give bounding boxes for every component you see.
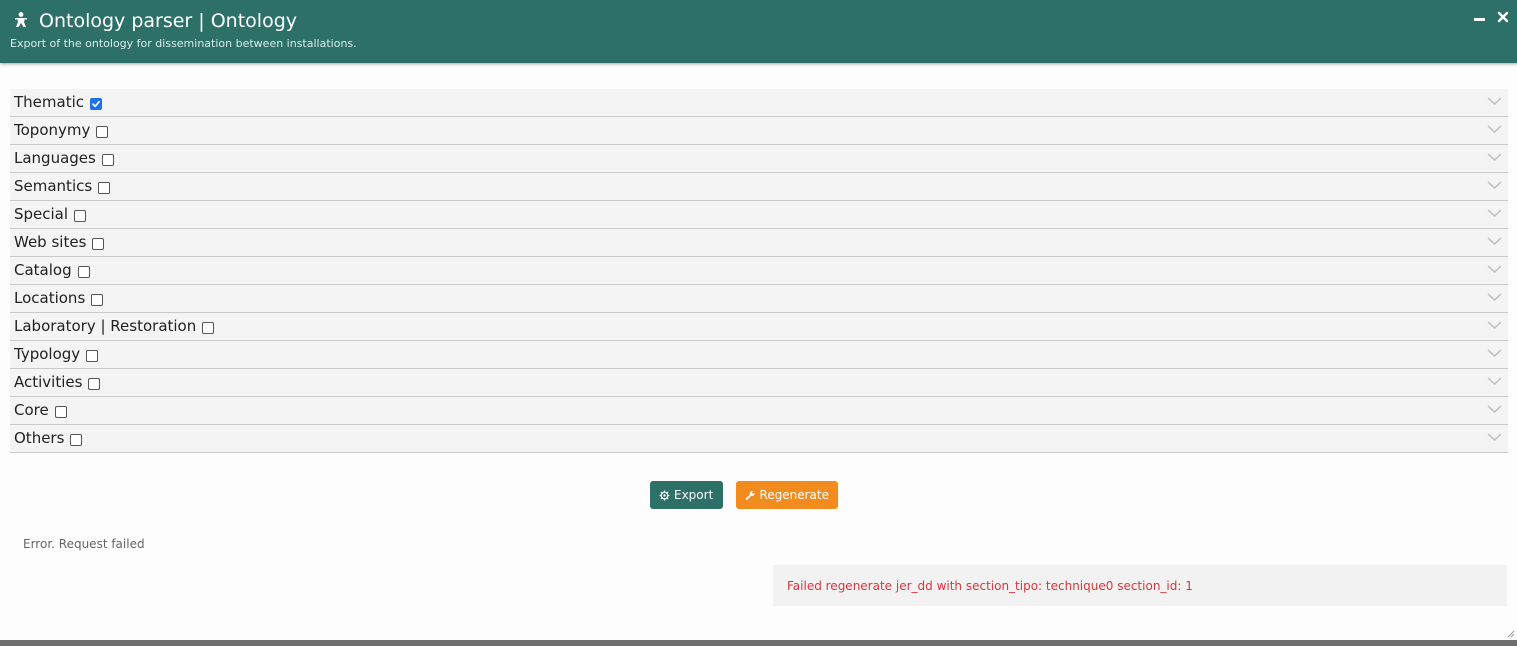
minimize-icon[interactable] (1472, 9, 1488, 25)
section-label: Activities (14, 373, 83, 391)
section-row[interactable]: Semantics (10, 173, 1508, 201)
section-label-group: Languages (14, 149, 114, 168)
section-label-group: Core (14, 401, 67, 420)
section-checkbox[interactable] (54, 405, 67, 418)
section-label-group: Toponymy (14, 121, 109, 140)
chevron-down-icon[interactable] (1487, 404, 1502, 414)
window-bottom-border (0, 640, 1517, 646)
section-row[interactable]: Catalog (10, 257, 1508, 285)
tool-figure-icon (14, 12, 28, 27)
export-button-label: Export (674, 488, 714, 502)
gear-icon (659, 490, 670, 500)
section-row[interactable]: Core (10, 397, 1508, 425)
section-label: Catalog (14, 261, 72, 279)
section-label: Special (14, 205, 69, 223)
section-label-group: Locations (14, 289, 104, 308)
section-row[interactable]: Toponymy (10, 117, 1508, 145)
chevron-down-icon[interactable] (1487, 432, 1502, 442)
regenerate-button-label: Regenerate (759, 488, 829, 502)
section-row[interactable]: Others (10, 425, 1508, 453)
error-message: Failed regenerate jer_dd with section_ti… (787, 579, 1193, 593)
section-row[interactable]: Special (10, 201, 1508, 229)
section-row[interactable]: Web sites (10, 229, 1508, 257)
section-label-group: Others (14, 429, 83, 448)
section-label: Others (14, 429, 65, 447)
section-checkbox[interactable] (70, 433, 83, 446)
chevron-down-icon[interactable] (1487, 376, 1502, 386)
section-label-group: Catalog (14, 261, 90, 280)
section-label: Core (14, 401, 49, 419)
section-label: Locations (14, 289, 86, 307)
section-label-group: Laboratory | Restoration (14, 317, 215, 336)
section-checkbox[interactable] (91, 293, 104, 306)
chevron-down-icon[interactable] (1487, 208, 1502, 218)
section-label: Laboratory | Restoration (14, 317, 197, 335)
regenerate-button[interactable]: Regenerate (736, 481, 838, 509)
chevron-down-icon[interactable] (1487, 96, 1502, 106)
section-row[interactable]: Thematic (10, 89, 1508, 117)
section-checkbox[interactable] (77, 265, 90, 278)
section-checkbox[interactable] (96, 125, 109, 138)
window-subtitle: Export of the ontology for dissemination… (10, 37, 357, 50)
section-label: Toponymy (14, 121, 91, 139)
section-checkbox[interactable] (86, 349, 99, 362)
section-label-group: Semantics (14, 177, 111, 196)
chevron-down-icon[interactable] (1487, 320, 1502, 330)
section-row[interactable]: Locations (10, 285, 1508, 313)
section-label-group: Typology (14, 345, 99, 364)
section-row[interactable]: Laboratory | Restoration (10, 313, 1508, 341)
section-label: Web sites (14, 233, 87, 251)
window-header: Ontology parser | Ontology Export of the… (0, 0, 1517, 63)
wrench-icon (745, 490, 755, 500)
section-label: Thematic (14, 93, 84, 111)
section-label-group: Web sites (14, 233, 105, 252)
section-label-group: Activities (14, 373, 101, 392)
section-checkbox[interactable] (90, 97, 102, 110)
section-row[interactable]: Activities (10, 369, 1508, 397)
section-row[interactable]: Typology (10, 341, 1508, 369)
request-status-message: Error. Request failed (23, 537, 145, 551)
ontology-section-list: Thematic Toponymy Languages Semantics Specia… (10, 89, 1508, 453)
chevron-down-icon[interactable] (1487, 348, 1502, 358)
chevron-down-icon[interactable] (1487, 264, 1502, 274)
section-checkbox[interactable] (98, 181, 111, 194)
chevron-down-icon[interactable] (1487, 124, 1502, 134)
section-checkbox[interactable] (92, 237, 105, 250)
section-label-group: Thematic (14, 93, 102, 112)
section-checkbox[interactable] (202, 321, 215, 334)
window-title: Ontology parser | Ontology (39, 10, 297, 32)
error-message-box: Failed regenerate jer_dd with section_ti… (773, 565, 1507, 606)
chevron-down-icon[interactable] (1487, 180, 1502, 190)
ontology-parser-window: Ontology parser | Ontology Export of the… (0, 0, 1517, 646)
chevron-down-icon[interactable] (1487, 236, 1502, 246)
resize-grip-icon[interactable] (1507, 630, 1515, 638)
checkmark-icon (92, 100, 101, 107)
chevron-down-icon[interactable] (1487, 292, 1502, 302)
chevron-down-icon[interactable] (1487, 152, 1502, 162)
section-label: Typology (14, 345, 81, 363)
section-checkbox[interactable] (88, 377, 101, 390)
section-label: Semantics (14, 177, 93, 195)
action-buttons: Export Regenerate (650, 481, 838, 509)
export-button[interactable]: Export (650, 481, 723, 509)
section-checkbox[interactable] (74, 209, 87, 222)
section-label-group: Special (14, 205, 87, 224)
section-label: Languages (14, 149, 96, 167)
section-checkbox[interactable] (101, 153, 114, 166)
section-row[interactable]: Languages (10, 145, 1508, 173)
close-icon[interactable] (1495, 9, 1511, 25)
